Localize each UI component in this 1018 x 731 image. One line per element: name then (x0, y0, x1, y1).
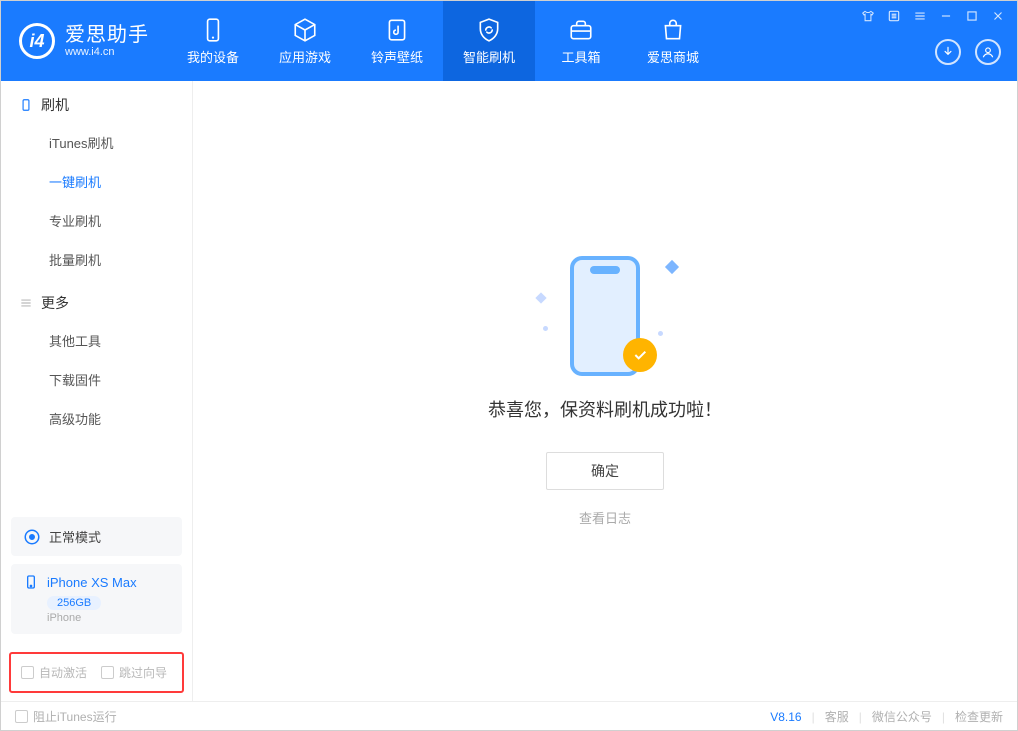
version-label: V8.16 (770, 710, 801, 724)
tab-ringtone-wallpaper[interactable]: 铃声壁纸 (351, 1, 443, 81)
minimize-icon[interactable] (939, 9, 953, 23)
checkbox-icon (101, 666, 114, 679)
mode-icon (23, 528, 41, 546)
ok-button[interactable]: 确定 (546, 452, 664, 490)
sidebar-item-onekey-flash[interactable]: 一键刷机 (1, 162, 192, 201)
list-icon[interactable] (887, 9, 901, 23)
view-log-link[interactable]: 查看日志 (579, 508, 631, 527)
tab-apps-games[interactable]: 应用游戏 (259, 1, 351, 81)
sidebar-item-other-tools[interactable]: 其他工具 (1, 321, 192, 360)
app-title: 爱思助手 (65, 24, 149, 46)
app-subtitle: www.i4.cn (65, 46, 149, 58)
user-button[interactable] (975, 39, 1001, 65)
device-capacity: 256GB (47, 596, 101, 610)
tab-store[interactable]: 爱思商城 (627, 1, 719, 81)
more-icon (19, 296, 33, 310)
sidebar-item-pro-flash[interactable]: 专业刷机 (1, 201, 192, 240)
options-box: 自动激活 跳过向导 (9, 652, 184, 693)
logo: i4 爱思助手 www.i4.cn (1, 23, 167, 59)
checkbox-skip-guide[interactable]: 跳过向导 (101, 664, 167, 681)
maximize-icon[interactable] (965, 9, 979, 23)
device-icon (23, 574, 39, 590)
checkbox-icon (15, 710, 28, 723)
mode-box[interactable]: 正常模式 (11, 517, 182, 556)
cube-icon (292, 17, 318, 43)
header: i4 爱思助手 www.i4.cn 我的设备 应用游戏 铃声壁纸 智能刷机 工具… (1, 1, 1017, 81)
device-type: iPhone (47, 612, 170, 624)
phone-icon (200, 17, 226, 43)
sidebar-item-download-firmware[interactable]: 下载固件 (1, 360, 192, 399)
sidebar-item-itunes-flash[interactable]: iTunes刷机 (1, 123, 192, 162)
tshirt-icon[interactable] (861, 9, 875, 23)
footer: 阻止iTunes运行 V8.16 | 客服 | 微信公众号 | 检查更新 (1, 701, 1017, 731)
shield-refresh-icon (476, 17, 502, 43)
sidebar-header-more: 更多 (1, 279, 192, 321)
menu-icon[interactable] (913, 9, 927, 23)
footer-link-wechat[interactable]: 微信公众号 (872, 708, 932, 725)
bag-icon (660, 17, 686, 43)
tab-my-device[interactable]: 我的设备 (167, 1, 259, 81)
checkbox-auto-activate[interactable]: 自动激活 (21, 664, 87, 681)
checkbox-icon (21, 666, 34, 679)
success-message: 恭喜您，保资料刷机成功啦！ (488, 396, 722, 422)
tab-toolbox[interactable]: 工具箱 (535, 1, 627, 81)
sidebar-item-advanced[interactable]: 高级功能 (1, 399, 192, 438)
close-icon[interactable] (991, 9, 1005, 23)
device-box[interactable]: iPhone XS Max 256GB iPhone (11, 564, 182, 634)
main-content: 恭喜您，保资料刷机成功啦！ 确定 查看日志 (193, 81, 1017, 701)
sidebar-item-batch-flash[interactable]: 批量刷机 (1, 240, 192, 279)
sidebar: 刷机 iTunes刷机 一键刷机 专业刷机 批量刷机 更多 其他工具 下载固件 … (1, 81, 193, 701)
logo-icon: i4 (19, 23, 55, 59)
sidebar-header-flash: 刷机 (1, 81, 192, 123)
checkbox-block-itunes[interactable]: 阻止iTunes运行 (15, 708, 117, 725)
tab-smart-flash[interactable]: 智能刷机 (443, 1, 535, 81)
toolbox-icon (568, 17, 594, 43)
footer-link-support[interactable]: 客服 (825, 708, 849, 725)
download-button[interactable] (935, 39, 961, 65)
music-file-icon (384, 17, 410, 43)
success-illustration (545, 256, 665, 376)
check-badge-icon (623, 338, 657, 372)
footer-link-update[interactable]: 检查更新 (955, 708, 1003, 725)
phone-small-icon (19, 98, 33, 112)
